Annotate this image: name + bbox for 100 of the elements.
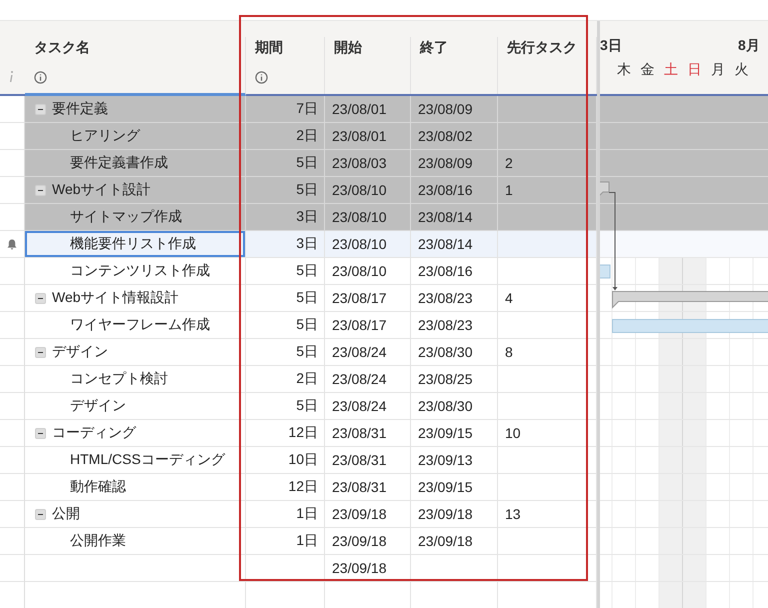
task-row[interactable]: コーディング 12日 23/08/31 23/09/15 10: [0, 420, 597, 447]
start-date-cell: 23/09/18: [332, 533, 386, 549]
start-date-cell: 23/08/10: [332, 236, 386, 252]
task-name: 要件定義書作成: [70, 154, 168, 172]
end-date-cell: 23/08/09: [418, 101, 472, 117]
duration-cell: 5日: [296, 289, 318, 307]
duration-cell: 12日: [288, 424, 318, 442]
collapse-toggle[interactable]: [35, 104, 46, 114]
end-date-cell: 23/09/13: [418, 452, 472, 468]
task-name: 機能要件リスト作成: [70, 235, 196, 253]
column-header[interactable]: 先行タスク: [507, 39, 588, 57]
start-date-cell: 23/08/17: [332, 317, 386, 333]
duration-cell: 5日: [296, 154, 318, 172]
duration-cell: 3日: [296, 208, 318, 226]
task-name: 動作確認: [70, 478, 126, 496]
duration-cell: 5日: [296, 262, 318, 280]
task-row[interactable]: ワイヤーフレーム作成 5日 23/08/17 23/08/23: [0, 312, 597, 339]
start-date-cell: 23/08/10: [332, 209, 386, 225]
start-date-cell: 23/08/01: [332, 128, 386, 144]
info-icon[interactable]: [34, 71, 47, 84]
task-name: 公開作業: [70, 532, 126, 550]
day-label: 火: [733, 61, 750, 79]
start-date-cell: 23/08/31: [332, 425, 386, 441]
task-row[interactable]: 要件定義 7日 23/08/01 23/08/09: [0, 96, 597, 123]
task-row[interactable]: デザイン 5日 23/08/24 23/08/30: [0, 393, 597, 420]
task-name: 公開: [52, 505, 80, 523]
start-date-cell: 23/08/10: [332, 182, 386, 198]
duration-cell: 5日: [296, 397, 318, 415]
task-name: Webサイト情報設計: [52, 289, 179, 307]
task-name: サイトマップ作成: [70, 208, 182, 226]
start-date-cell: 23/09/18: [332, 560, 386, 576]
end-date-cell: 23/09/18: [418, 506, 472, 522]
end-date-cell: 23/08/30: [418, 398, 472, 414]
day-label: 金: [639, 61, 656, 79]
column-header[interactable]: 開始: [334, 39, 402, 57]
info-icon[interactable]: [255, 71, 268, 84]
column-header[interactable]: 期間: [255, 39, 316, 57]
collapse-toggle[interactable]: [35, 428, 46, 438]
task-row[interactable]: 公開作業 1日 23/09/18 23/09/18: [0, 528, 597, 555]
task-row[interactable]: デザイン 5日 23/08/24 23/08/30 8: [0, 339, 597, 366]
column-header[interactable]: タスク名: [34, 39, 237, 57]
summary-bar[interactable]: [612, 291, 768, 309]
task-row[interactable]: 要件定義書作成 5日 23/08/03 23/08/09 2: [0, 150, 597, 177]
start-date-cell: 23/08/01: [332, 101, 386, 117]
task-row[interactable]: コンセプト検討 2日 23/08/24 23/08/25: [0, 366, 597, 393]
task-name: デザイン: [70, 397, 126, 415]
column-header[interactable]: 終了: [420, 39, 489, 57]
task-row[interactable]: 公開 1日 23/09/18 23/09/18 13: [0, 501, 597, 528]
task-row[interactable]: サイトマップ作成 3日 23/08/10 23/08/14: [0, 204, 597, 231]
end-date-cell: 23/08/25: [418, 371, 472, 387]
predecessor-cell: 4: [505, 290, 513, 306]
end-date-cell: 23/08/14: [418, 236, 472, 252]
day-label: 木: [616, 61, 632, 79]
task-name: ヒアリング: [70, 127, 140, 145]
task-name: Webサイト設計: [52, 181, 151, 199]
task-name: ワイヤーフレーム作成: [70, 316, 210, 334]
end-date-cell: 23/08/14: [418, 209, 472, 225]
duration-cell: 10日: [288, 451, 318, 469]
start-date-cell: 23/08/24: [332, 398, 386, 414]
task-row[interactable]: 機能要件リスト作成 3日 23/08/10 23/08/14: [0, 231, 597, 258]
info-icon: [8, 70, 14, 83]
task-row[interactable]: ヒアリング 2日 23/08/01 23/08/02: [0, 123, 597, 150]
end-date-cell: 23/08/30: [418, 344, 472, 360]
task-row[interactable]: HTML/CSSコーディング 10日 23/08/31 23/09/13: [0, 447, 597, 474]
end-date-cell: 23/09/18: [418, 533, 472, 549]
predecessor-cell: 2: [505, 155, 513, 171]
start-date-cell: 23/08/24: [332, 344, 386, 360]
task-name: コンテンツリスト作成: [70, 262, 210, 280]
task-name: コンセプト検討: [70, 370, 168, 388]
duration-cell: 1日: [296, 505, 318, 523]
start-date-cell: 23/08/24: [332, 371, 386, 387]
task-row[interactable]: Webサイト情報設計 5日 23/08/17 23/08/23 4: [0, 285, 597, 312]
end-date-cell: 23/08/09: [418, 155, 472, 171]
end-date-cell: 23/08/23: [418, 317, 472, 333]
collapse-toggle[interactable]: [35, 346, 46, 358]
duration-cell: 2日: [296, 127, 318, 145]
end-date-cell: 23/09/15: [418, 479, 472, 495]
end-date-cell: 23/09/15: [418, 425, 472, 441]
predecessor-cell: 1: [505, 182, 513, 198]
week-date-label: 3日: [600, 37, 622, 55]
predecessor-cell: 13: [505, 506, 521, 522]
task-name: HTML/CSSコーディング: [70, 451, 225, 469]
collapse-toggle[interactable]: [35, 508, 46, 520]
duration-cell: 5日: [296, 343, 318, 361]
collapse-toggle[interactable]: [35, 292, 46, 304]
task-name: 要件定義: [52, 100, 108, 118]
bell-icon: [7, 238, 17, 250]
end-date-cell: 23/08/16: [418, 263, 472, 279]
duration-cell: 1日: [296, 532, 318, 550]
start-date-cell: 23/08/10: [332, 263, 386, 279]
task-row[interactable]: Webサイト設計 5日 23/08/10 23/08/16 1: [0, 177, 597, 204]
collapse-toggle[interactable]: [35, 184, 46, 196]
end-date-cell: 23/08/23: [418, 290, 472, 306]
duration-cell: 5日: [296, 181, 318, 199]
duration-cell: 5日: [296, 316, 318, 334]
start-date-cell: 23/08/31: [332, 479, 386, 495]
task-row[interactable]: コンテンツリスト作成 5日 23/08/10 23/08/16: [0, 258, 597, 285]
predecessor-cell: 8: [505, 344, 513, 360]
start-date-cell: 23/08/03: [332, 155, 386, 171]
task-row[interactable]: 動作確認 12日 23/08/31 23/09/15: [0, 474, 597, 501]
